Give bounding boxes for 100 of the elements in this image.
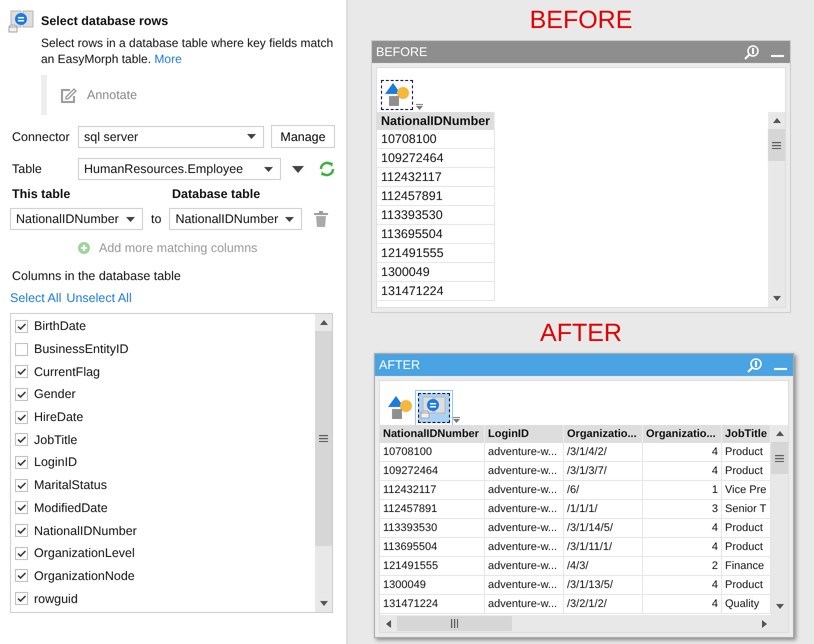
down-arrow-icon xyxy=(772,296,780,301)
scrollbar[interactable] xyxy=(768,112,785,307)
list-item[interactable]: NationalIDNumber xyxy=(11,519,315,542)
checkbox[interactable] xyxy=(15,524,28,538)
table-cell: 109272464 xyxy=(377,148,495,168)
up-arrow-icon xyxy=(776,431,784,436)
unselect-all-link[interactable]: Unselect All xyxy=(66,291,132,305)
manage-button[interactable]: Manage xyxy=(271,125,335,148)
caret-icon xyxy=(292,166,304,172)
list-item[interactable]: rowguid xyxy=(11,587,315,610)
select-all-link[interactable]: Select All xyxy=(10,291,62,305)
step-button[interactable] xyxy=(418,393,450,423)
list-item[interactable]: LoginID xyxy=(11,451,315,474)
column-header[interactable]: NationalIDNumber xyxy=(377,112,495,130)
scrollbar-thumb[interactable] xyxy=(397,616,512,631)
table-cell: 1300049 xyxy=(380,576,484,594)
checkbox[interactable] xyxy=(15,365,28,378)
list-item[interactable]: Gender xyxy=(11,383,315,406)
table-cell: 112432117 xyxy=(377,168,495,186)
table-cell: /6/ xyxy=(564,480,642,500)
table-cell: adventure-w... xyxy=(484,594,564,614)
minimize-icon xyxy=(774,368,787,370)
table-cell: 112432117 xyxy=(380,480,484,500)
checkbox[interactable] xyxy=(15,592,28,606)
shapes-icon xyxy=(387,395,413,421)
table-cell: 4 xyxy=(642,443,722,462)
checkbox[interactable] xyxy=(15,501,28,514)
list-item[interactable]: JobTitle xyxy=(11,428,315,452)
checkbox[interactable] xyxy=(15,320,28,333)
check-icon xyxy=(17,322,26,330)
table-cell: 121491555 xyxy=(377,244,495,262)
check-icon xyxy=(17,550,26,557)
list-item[interactable]: ModifiedDate xyxy=(11,496,315,520)
grip-icon xyxy=(772,142,781,148)
magnifier-icon xyxy=(747,358,762,372)
check-icon xyxy=(17,572,26,580)
table-cell: 4 xyxy=(642,462,722,480)
list-item[interactable]: OrganizationNode xyxy=(11,564,315,588)
table-cell: 10708100 xyxy=(377,130,495,148)
scrollbar-thumb[interactable] xyxy=(771,442,788,474)
table-cell: adventure-w... xyxy=(484,538,564,556)
table-cell: 131471224 xyxy=(380,594,484,614)
down-arrow-icon xyxy=(776,604,784,609)
check-icon xyxy=(17,390,26,398)
step-button[interactable] xyxy=(381,80,413,110)
pencil-icon xyxy=(59,86,77,104)
table-cell: 109272464 xyxy=(380,462,484,480)
overflow-icon xyxy=(453,417,460,423)
table-cell: 112457891 xyxy=(380,500,484,518)
checkbox[interactable] xyxy=(15,478,28,492)
column-header[interactable]: Organizatio... xyxy=(642,425,722,443)
check-icon xyxy=(17,482,26,489)
column-header[interactable]: JobTitle xyxy=(722,425,770,443)
scrollbar-thumb[interactable] xyxy=(768,129,785,161)
table-cell: 113695504 xyxy=(377,224,495,244)
table-cell: adventure-w... xyxy=(484,518,564,538)
checkbox[interactable] xyxy=(15,342,28,356)
column-heading: This table xyxy=(12,187,72,201)
checkbox[interactable] xyxy=(15,433,28,446)
scrollbar-thumb[interactable] xyxy=(315,331,332,546)
checkbox[interactable] xyxy=(15,388,28,401)
table-cell: adventure-w... xyxy=(484,576,564,594)
checkbox[interactable] xyxy=(15,546,28,560)
dropdown[interactable]: NationalIDNumber xyxy=(169,208,302,230)
dropdown[interactable]: HumanResources.Employee xyxy=(78,158,281,180)
checkbox[interactable] xyxy=(15,569,28,582)
column-header[interactable]: NationalIDNumber xyxy=(380,425,484,443)
table-cell: 4 xyxy=(642,594,722,614)
grip-icon xyxy=(775,454,784,462)
database-table-icon xyxy=(420,396,448,420)
list-item[interactable]: BirthDate xyxy=(11,315,315,338)
grip-icon xyxy=(319,435,328,442)
down-arrow-icon xyxy=(320,601,328,606)
table-cell: /3/2/1/2/ xyxy=(564,594,642,614)
overflow-icon xyxy=(416,104,423,110)
column-header[interactable]: LoginID xyxy=(484,425,564,443)
list-item[interactable]: HireDate xyxy=(11,406,315,428)
table-cell: /3/1/4/2/ xyxy=(564,443,642,462)
checkbox[interactable] xyxy=(15,456,28,469)
table-cell: adventure-w... xyxy=(484,462,564,480)
preview-heading: BEFORE xyxy=(530,6,632,36)
right-arrow-icon xyxy=(762,620,767,628)
scrollbar[interactable] xyxy=(315,314,332,612)
check-icon xyxy=(17,504,26,512)
dropdown[interactable]: NationalIDNumber xyxy=(10,208,143,230)
checkbox[interactable] xyxy=(15,410,28,424)
plus-icon xyxy=(78,242,90,254)
scrollbar[interactable] xyxy=(771,425,788,615)
table-cell: /3/1/3/7/ xyxy=(564,462,642,480)
check-icon xyxy=(17,368,26,376)
list-item[interactable]: OrganizationLevel xyxy=(11,542,315,565)
list-item[interactable]: CurrentFlag xyxy=(11,360,315,384)
more-link[interactable]: More xyxy=(154,52,182,66)
magnifier-icon xyxy=(744,44,759,60)
list-item[interactable]: MaritalStatus xyxy=(11,474,315,496)
dropdown[interactable]: sql server xyxy=(78,126,264,148)
horizontal-scrollbar[interactable] xyxy=(380,615,788,632)
list-item[interactable]: BusinessEntityID xyxy=(11,338,315,360)
database-table-icon xyxy=(8,10,34,34)
column-header[interactable]: Organizatio... xyxy=(564,425,642,443)
